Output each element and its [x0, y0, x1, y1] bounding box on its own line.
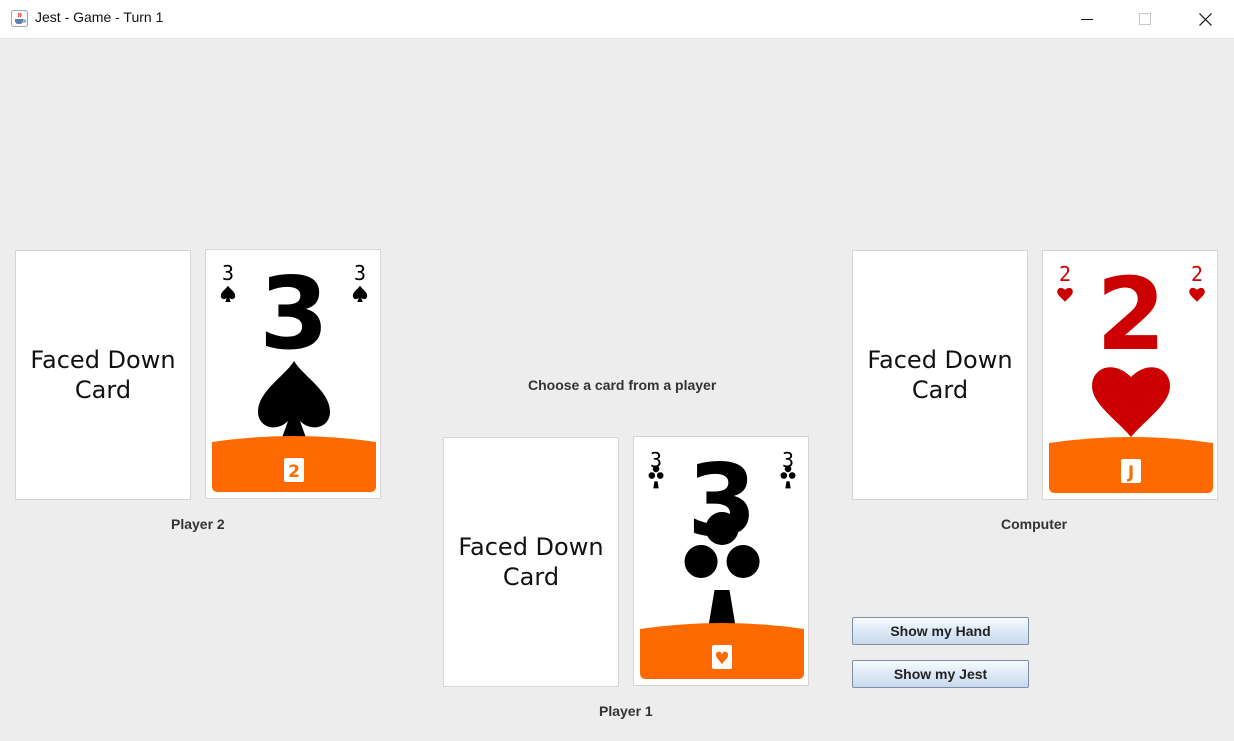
player2-faceup-card[interactable]: 3 3 3 2	[205, 249, 381, 499]
corner-rank: 3	[222, 261, 234, 285]
computer-name: Computer	[1001, 516, 1068, 532]
big-rank: 2	[1096, 256, 1166, 373]
close-icon	[1198, 12, 1212, 26]
trophy-value: 2	[288, 462, 300, 482]
minimize-button[interactable]	[1058, 0, 1116, 38]
corner-heart-icon	[1189, 287, 1205, 302]
facedown-label: Faced Down Card	[458, 533, 604, 591]
prompt-text: Choose a card from a player	[528, 377, 717, 393]
window-title: Jest - Game - Turn 1	[35, 9, 164, 25]
close-button[interactable]	[1176, 0, 1234, 38]
player2-facedown-card[interactable]: Faced Down Card	[15, 250, 191, 500]
computer-faceup-card[interactable]: 2 2 2 J	[1042, 250, 1218, 500]
corner-rank: 3	[354, 261, 366, 285]
show-jest-button[interactable]: Show my Jest	[852, 660, 1029, 688]
player2-name: Player 2	[171, 516, 225, 532]
trophy-value: ♥	[714, 649, 729, 669]
corner-heart-icon	[1057, 287, 1073, 302]
player1-faceup-card[interactable]: 3 3 3 ♥	[633, 436, 809, 686]
corner-rank: 2	[1191, 262, 1203, 286]
card-face: 3 33♥	[640, 442, 804, 679]
spade-icon	[258, 361, 330, 442]
heart-icon	[1092, 367, 1170, 437]
maximize-icon	[1139, 13, 1151, 25]
show-hand-button[interactable]: Show my Hand	[852, 617, 1029, 645]
corner-spade-icon	[352, 285, 368, 302]
player1-facedown-card[interactable]: Faced Down Card	[443, 437, 619, 687]
corner-rank: 2	[1059, 262, 1071, 286]
facedown-label: Faced Down Card	[867, 346, 1013, 404]
trophy-value: J	[1127, 463, 1134, 483]
facedown-label: Faced Down Card	[30, 346, 176, 404]
player1-name: Player 1	[599, 703, 653, 719]
title-bar: Jest - Game - Turn 1	[0, 0, 1234, 39]
minimize-icon	[1081, 19, 1093, 20]
java-cup-icon	[11, 10, 28, 27]
card-face: 3 3 3 2	[212, 255, 376, 492]
corner-spade-icon	[220, 285, 236, 302]
card-face: 2 2 2 J	[1049, 256, 1213, 493]
maximize-button[interactable]	[1116, 0, 1174, 38]
computer-facedown-card[interactable]: Faced Down Card	[852, 250, 1028, 500]
big-rank: 3	[259, 255, 329, 372]
